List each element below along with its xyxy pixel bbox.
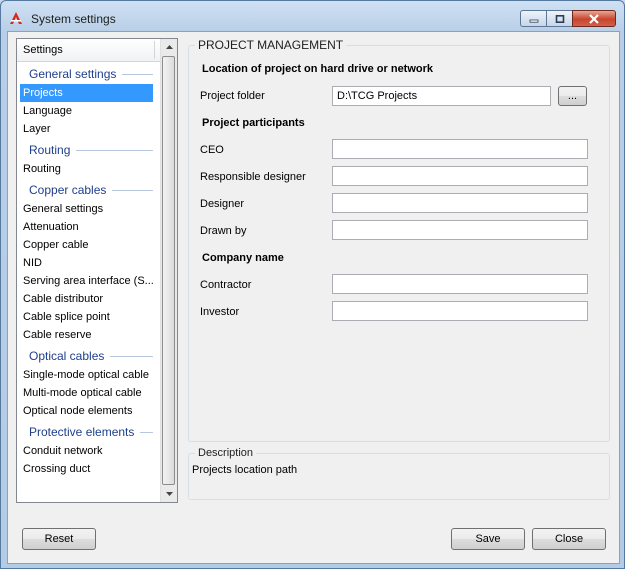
sidebar-item-routing[interactable]: Routing [17,160,161,178]
sidebar-item-crossing-duct[interactable]: Crossing duct [17,460,161,478]
group-divider-line [110,356,153,357]
investor-label: Investor [200,306,240,318]
sidebar-group-copper-cables: Copper cables [17,181,161,200]
group-divider-line [140,432,153,433]
location-heading: Location of project on hard drive or net… [202,63,434,75]
participants-heading: Project participants [202,117,305,129]
sidebar-item-single-mode-optical-cable[interactable]: Single-mode optical cable [17,366,161,384]
client-area: Settings General settings Projects Languag… [7,31,620,564]
save-button[interactable]: Save [451,528,525,550]
group-divider-line [76,150,153,151]
sidebar-group-title: Protective elements [29,425,135,439]
sidebar-group-title: Routing [29,143,71,157]
sidebar-item-layer[interactable]: Layer [17,120,161,138]
responsible-designer-label: Responsible designer [200,171,306,183]
sidebar-item-language[interactable]: Language [17,102,161,120]
window-close-button[interactable] [572,10,616,27]
sidebar-item-nid[interactable]: NID [17,254,161,272]
sidebar-item-cable-reserve[interactable]: Cable reserve [17,326,161,344]
maximize-button[interactable] [546,10,572,27]
description-title: Description [195,447,257,459]
contractor-input[interactable] [332,274,588,294]
reset-button[interactable]: Reset [22,528,96,550]
settings-header[interactable]: Settings [17,39,161,62]
minimize-icon [529,19,538,23]
project-management-title: PROJECT MANAGEMENT [195,38,347,52]
close-button[interactable]: Close [532,528,606,550]
sidebar-item-copper-cable[interactable]: Copper cable [17,236,161,254]
drawn-by-label: Drawn by [200,225,247,237]
project-folder-input[interactable] [332,86,551,106]
scroll-up-button[interactable] [161,39,177,55]
reset-button-label: Reset [44,533,74,545]
sidebar-group-routing: Routing [17,141,161,160]
minimize-button[interactable] [520,10,546,27]
ceo-input[interactable] [332,139,588,159]
company-heading: Company name [202,252,284,264]
sidebar-group-title: General settings [29,67,117,81]
settings-tree: Settings General settings Projects Languag… [16,38,178,503]
ceo-label: CEO [200,144,224,156]
settings-header-label: Settings [23,44,63,56]
sidebar-item-projects[interactable]: Projects [20,84,153,102]
save-button-label: Save [475,533,501,545]
app-logo-icon [10,12,22,24]
sidebar-group-protective-elements: Protective elements [17,423,161,442]
drawn-by-input[interactable] [332,220,588,240]
sidebar-group-title: Optical cables [29,349,105,363]
designer-label: Designer [200,198,245,210]
scroll-thumb[interactable] [162,56,175,485]
header-separator [154,41,155,59]
maximize-icon [555,14,564,23]
responsible-designer-input[interactable] [332,166,588,186]
close-button-label: Close [554,533,584,545]
sidebar-item-multi-mode-optical-cable[interactable]: Multi-mode optical cable [17,384,161,402]
sidebar-item-cable-splice-point[interactable]: Cable splice point [17,308,161,326]
contractor-label: Contractor [200,279,252,291]
scroll-down-button[interactable] [161,486,177,502]
sidebar-group-optical-cables: Optical cables [17,347,161,366]
title-bar[interactable]: System settings [1,1,624,35]
designer-input[interactable] [332,193,588,213]
investor-input[interactable] [332,301,588,321]
sidebar-group-general-settings: General settings [17,65,161,84]
arrow-down-icon [165,492,173,496]
group-divider-line [122,74,153,75]
sidebar-item-conduit-network[interactable]: Conduit network [17,442,161,460]
description-text: Projects location path [192,464,298,476]
project-folder-label: Project folder [200,90,265,102]
sidebar-scrollbar[interactable] [160,39,177,502]
sidebar-item-serving-area-interface-s[interactable]: Serving area interface (S... [17,272,161,290]
sidebar-item-general-settings[interactable]: General settings [17,200,161,218]
group-divider-line [112,190,153,191]
description-group: Description Projects location path [188,447,610,500]
sidebar-group-title: Copper cables [29,183,107,197]
window-controls [520,10,616,27]
sidebar-item-optical-node-elements[interactable]: Optical node elements [17,402,161,420]
window-title: System settings [31,12,116,26]
browse-folder-label: ... [567,90,578,102]
sidebar-item-attenuation[interactable]: Attenuation [17,218,161,236]
settings-window: System settings Settings General setting… [0,0,625,569]
close-icon [589,13,599,24]
sidebar-item-cable-distributor[interactable]: Cable distributor [17,290,161,308]
arrow-up-icon [165,45,173,49]
browse-folder-button[interactable]: ... [558,86,587,106]
settings-list: General settings Projects Language Layer Rou… [17,62,161,478]
